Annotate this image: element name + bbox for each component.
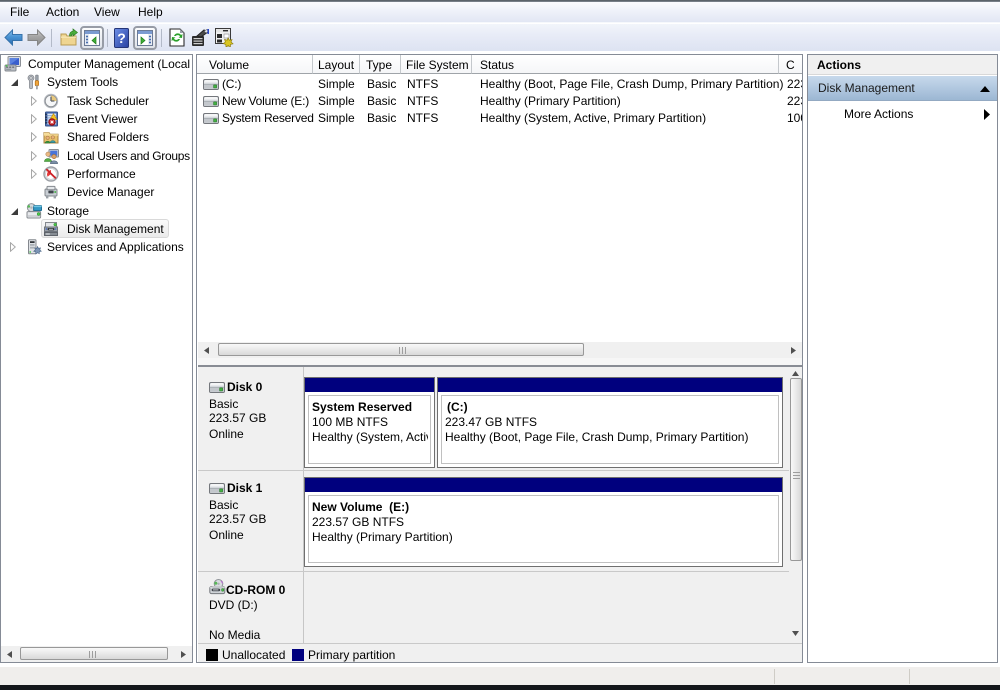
svg-text:?: ? <box>117 30 126 46</box>
